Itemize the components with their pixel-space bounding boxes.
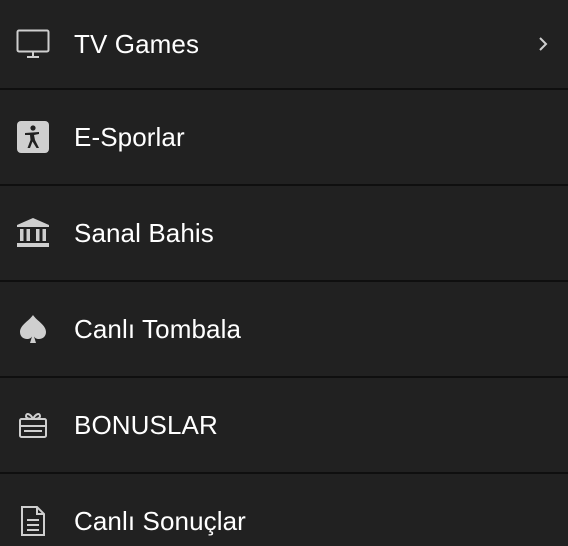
menu-item-canli-tombala[interactable]: Canlı Tombala: [0, 282, 568, 378]
document-icon: [16, 504, 50, 538]
menu-item-label: E-Sporlar: [74, 121, 185, 152]
menu-item-label: Canlı Sonuçlar: [74, 505, 246, 536]
menu-item-e-sporlar[interactable]: E-Sporlar: [0, 90, 568, 186]
counter-strike-icon: [16, 120, 50, 154]
menu-item-label: BONUSLAR: [74, 409, 218, 440]
menu-item-label: TV Games: [74, 28, 200, 59]
spade-icon: [16, 312, 50, 346]
menu-item-label: Canlı Tombala: [74, 313, 242, 344]
side-menu: TV Games E-Sporlar Sanal Bahis Canlı Tom…: [0, 0, 568, 546]
menu-item-label: Sanal Bahis: [74, 217, 214, 248]
tv-icon: [16, 27, 50, 61]
menu-item-sanal-bahis[interactable]: Sanal Bahis: [0, 186, 568, 282]
gift-card-icon: [16, 408, 50, 442]
menu-item-bonuslar[interactable]: BONUSLAR: [0, 378, 568, 474]
menu-item-tv-games[interactable]: TV Games: [0, 0, 568, 90]
chevron-right-icon[interactable]: [536, 34, 550, 54]
bank-icon: [16, 216, 50, 250]
menu-item-canli-sonuclar[interactable]: Canlı Sonuçlar: [0, 474, 568, 546]
